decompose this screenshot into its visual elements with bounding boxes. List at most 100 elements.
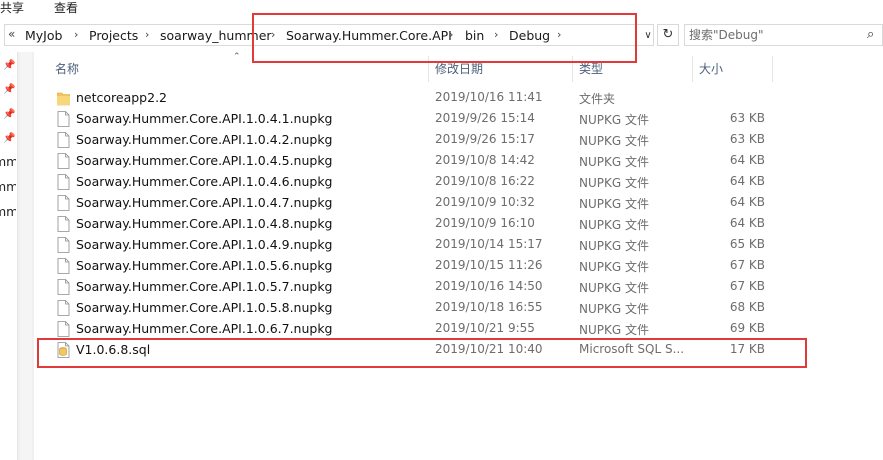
refresh-icon: ↻: [662, 27, 674, 42]
file-size: 64 KB: [729, 216, 765, 230]
folder-icon: [57, 92, 70, 106]
file-row[interactable]: Soarway.Hummer.Core.API.1.0.5.8.nupkg 20…: [36, 298, 883, 319]
file-size: 63 KB: [729, 132, 765, 146]
pin-icon: 📌: [3, 109, 16, 120]
file-size: 65 KB: [729, 237, 765, 251]
tab-view[interactable]: 查看: [54, 0, 78, 16]
file-date: 2019/10/8 16:22: [435, 174, 535, 188]
file-name: Soarway.Hummer.Core.API.1.0.5.7.nupkg: [76, 279, 333, 294]
file-row[interactable]: Soarway.Hummer.Core.API.1.0.5.6.nupkg 20…: [36, 256, 883, 277]
pin-icon: 📌: [3, 84, 16, 95]
file-row[interactable]: Soarway.Hummer.Core.API.1.0.4.7.nupkg 20…: [36, 193, 883, 214]
file-type: NUPKG 文件: [579, 134, 649, 148]
file-size: 64 KB: [729, 153, 765, 167]
navigation-scrollbar[interactable]: [17, 52, 34, 460]
file-size: 63 KB: [729, 111, 765, 125]
file-row[interactable]: Soarway.Hummer.Core.API.1.0.4.9.nupkg 20…: [36, 235, 883, 256]
file-type: 文件夹: [579, 92, 616, 106]
file-row[interactable]: Soarway.Hummer.Core.API.1.0.4.8.nupkg 20…: [36, 214, 883, 235]
file-name: Soarway.Hummer.Core.API.1.0.4.5.nupkg: [76, 153, 333, 168]
nav-item[interactable]: mm: [0, 204, 16, 219]
navigation-pane: 📌 📌 📌 📌 mm mm mm: [0, 52, 16, 460]
file-type: NUPKG 文件: [579, 176, 649, 190]
file-size: 67 KB: [729, 258, 765, 272]
file-name: Soarway.Hummer.Core.API.1.0.4.8.nupkg: [76, 216, 333, 231]
file-row[interactable]: Soarway.Hummer.Core.API.1.0.4.6.nupkg 20…: [36, 172, 883, 193]
breadcrumb-separator-icon[interactable]: ›: [145, 28, 149, 41]
file-icon: [57, 258, 70, 274]
file-date: 2019/10/9 16:10: [435, 216, 535, 230]
file-icon: [57, 237, 70, 253]
address-dropdown-icon[interactable]: ∨: [639, 27, 657, 45]
pin-icon: 📌: [3, 133, 16, 144]
column-header-name[interactable]: 名称: [55, 56, 79, 82]
highlight-box-sql-file: [37, 338, 807, 368]
file-icon: [57, 279, 70, 295]
column-divider[interactable]: [692, 56, 693, 82]
search-icon[interactable]: ⌕: [867, 27, 874, 42]
file-name: Soarway.Hummer.Core.API.1.0.4.6.nupkg: [76, 174, 333, 189]
file-row[interactable]: netcoreapp2.2 2019/10/16 11:41 文件夹: [36, 88, 883, 109]
highlight-box-address: [252, 13, 637, 63]
file-type: NUPKG 文件: [579, 281, 649, 295]
file-type: NUPKG 文件: [579, 239, 649, 253]
file-date: 2019/10/9 10:32: [435, 195, 535, 209]
file-row[interactable]: Soarway.Hummer.Core.API.1.0.4.1.nupkg 20…: [36, 109, 883, 130]
file-date: 2019/10/14 15:17: [435, 237, 543, 251]
file-icon: [57, 132, 70, 148]
file-icon: [57, 153, 70, 169]
file-size: 68 KB: [729, 300, 765, 314]
file-size: 64 KB: [729, 174, 765, 188]
file-size: 69 KB: [729, 321, 765, 335]
file-row[interactable]: Soarway.Hummer.Core.API.1.0.5.7.nupkg 20…: [36, 277, 883, 298]
file-type: NUPKG 文件: [579, 302, 649, 316]
file-type: NUPKG 文件: [579, 323, 649, 337]
file-name: Soarway.Hummer.Core.API.1.0.4.9.nupkg: [76, 237, 333, 252]
file-date: 2019/9/26 15:14: [435, 111, 535, 125]
file-name: netcoreapp2.2: [76, 90, 167, 105]
file-row[interactable]: Soarway.Hummer.Core.API.1.0.4.5.nupkg 20…: [36, 151, 883, 172]
file-icon: [57, 195, 70, 211]
file-type: NUPKG 文件: [579, 197, 649, 211]
tab-share[interactable]: 共享: [0, 0, 24, 16]
search-input[interactable]: [689, 26, 859, 44]
file-name: Soarway.Hummer.Core.API.1.0.4.2.nupkg: [76, 132, 333, 147]
file-date: 2019/9/26 15:17: [435, 132, 535, 146]
file-name: Soarway.Hummer.Core.API.1.0.4.1.nupkg: [76, 111, 333, 126]
search-box[interactable]: ⌕: [684, 24, 883, 46]
pin-icon: 📌: [3, 60, 16, 71]
file-row[interactable]: Soarway.Hummer.Core.API.1.0.4.2.nupkg 20…: [36, 130, 883, 151]
column-divider[interactable]: [772, 56, 773, 82]
scrollbar-thumb[interactable]: [20, 52, 32, 460]
file-name: Soarway.Hummer.Core.API.1.0.5.8.nupkg: [76, 300, 333, 315]
file-type: NUPKG 文件: [579, 113, 649, 127]
file-name: Soarway.Hummer.Core.API.1.0.4.7.nupkg: [76, 195, 333, 210]
file-icon: [57, 300, 70, 316]
column-header-size[interactable]: 大小: [699, 56, 723, 82]
file-size: 67 KB: [729, 279, 765, 293]
nav-item[interactable]: mm: [0, 179, 16, 194]
file-icon: [57, 174, 70, 190]
file-date: 2019/10/15 11:26: [435, 258, 543, 272]
file-type: NUPKG 文件: [579, 218, 649, 232]
breadcrumb-separator-icon[interactable]: ›: [74, 28, 78, 41]
file-icon: [57, 111, 70, 127]
breadcrumb-projects[interactable]: Projects: [89, 28, 138, 43]
sort-ascending-icon: ⌃: [233, 52, 241, 62]
breadcrumb-myjob[interactable]: MyJob: [25, 28, 62, 43]
file-icon: [57, 321, 70, 337]
breadcrumb-overflow-icon[interactable]: «: [8, 27, 15, 41]
file-row[interactable]: Soarway.Hummer.Core.API.1.0.6.7.nupkg 20…: [36, 319, 883, 340]
refresh-button[interactable]: ↻: [657, 24, 679, 46]
file-date: 2019/10/21 9:55: [435, 321, 535, 335]
file-date: 2019/10/16 11:41: [435, 90, 543, 104]
file-date: 2019/10/18 16:55: [435, 300, 543, 314]
nav-item[interactable]: mm: [0, 154, 16, 169]
file-type: NUPKG 文件: [579, 260, 649, 274]
file-name: Soarway.Hummer.Core.API.1.0.5.6.nupkg: [76, 258, 333, 273]
file-type: NUPKG 文件: [579, 155, 649, 169]
file-name: Soarway.Hummer.Core.API.1.0.6.7.nupkg: [76, 321, 333, 336]
file-date: 2019/10/16 14:50: [435, 279, 543, 293]
file-size: 64 KB: [729, 195, 765, 209]
file-date: 2019/10/8 14:42: [435, 153, 535, 167]
